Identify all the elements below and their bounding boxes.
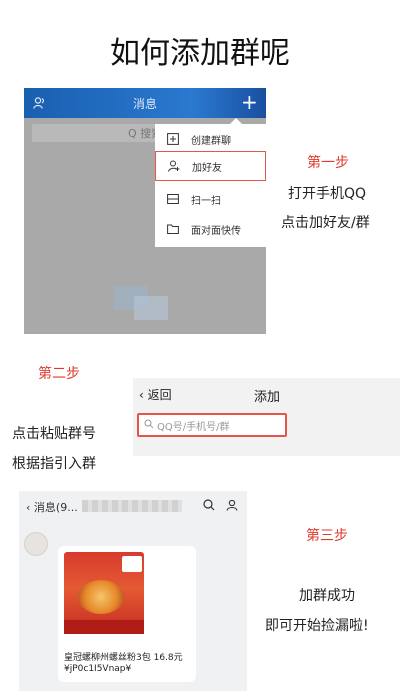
- plus-dropdown-menu: 创建群聊 加好友 扫一扫 面对面快传: [155, 124, 266, 247]
- menu-item-label: 面对面快传: [191, 225, 241, 237]
- plus-icon[interactable]: +: [241, 92, 258, 112]
- product-text-line2: ¥jP0c1I5Vnap¥: [64, 664, 132, 674]
- search-icon: [144, 419, 154, 429]
- menu-item-create-group[interactable]: 创建群聊: [155, 124, 266, 154]
- folder-icon: [167, 224, 179, 234]
- add-page-title: 添加: [254, 390, 281, 405]
- menu-item-scan[interactable]: 扫一扫: [155, 184, 266, 214]
- step3-line1: 加群成功: [299, 588, 355, 604]
- step1-line1: 打开手机QQ: [288, 186, 367, 202]
- back-label: 返回: [147, 388, 172, 402]
- blurred-group-name: [82, 500, 182, 512]
- avatar[interactable]: [24, 532, 48, 556]
- product-tag: [122, 556, 142, 572]
- noodle-bowl-image: [78, 580, 124, 614]
- chat-bubbles-icon: [114, 286, 168, 320]
- chevron-left-icon: ‹: [26, 501, 34, 514]
- step2-line2: 根据指引入群: [12, 456, 96, 472]
- menu-item-add-friend[interactable]: 加好友: [155, 151, 266, 181]
- menu-item-face-transfer[interactable]: 面对面快传: [155, 214, 266, 244]
- back-button[interactable]: ‹ 返回: [139, 386, 172, 403]
- menu-item-label: 创建群聊: [191, 135, 231, 147]
- step3-line2: 即可开始捡漏啦!: [265, 618, 369, 634]
- page-title: 如何添加群呢: [110, 36, 290, 71]
- step1-label: 第一步: [307, 155, 349, 171]
- plus-square-icon: [167, 133, 179, 145]
- menu-item-label: 扫一扫: [191, 195, 221, 207]
- chevron-left-icon: ‹: [139, 388, 148, 402]
- qq-header-title: 消息: [132, 97, 157, 111]
- step3-label: 第三步: [306, 528, 348, 544]
- scan-icon: [167, 194, 179, 204]
- menu-item-label: 加好友: [192, 162, 222, 174]
- product-banner-strip: [64, 620, 144, 634]
- step1-line2: 点击加好友/群: [281, 215, 370, 231]
- add-user-icon: [168, 160, 180, 172]
- add-search-placeholder: QQ号/手机号/群: [157, 422, 230, 433]
- product-text-line1: 皇冠螺柳州螺丝粉3包 16.8元: [64, 653, 183, 663]
- group-members-icon[interactable]: [226, 499, 238, 511]
- chat-back-button[interactable]: ‹ 消息(9...: [26, 499, 78, 515]
- chat-back-label: 消息(9...: [33, 501, 78, 514]
- step2-line1: 点击粘贴群号: [12, 426, 96, 442]
- search-icon[interactable]: [203, 499, 215, 511]
- step2-label: 第二步: [38, 366, 80, 382]
